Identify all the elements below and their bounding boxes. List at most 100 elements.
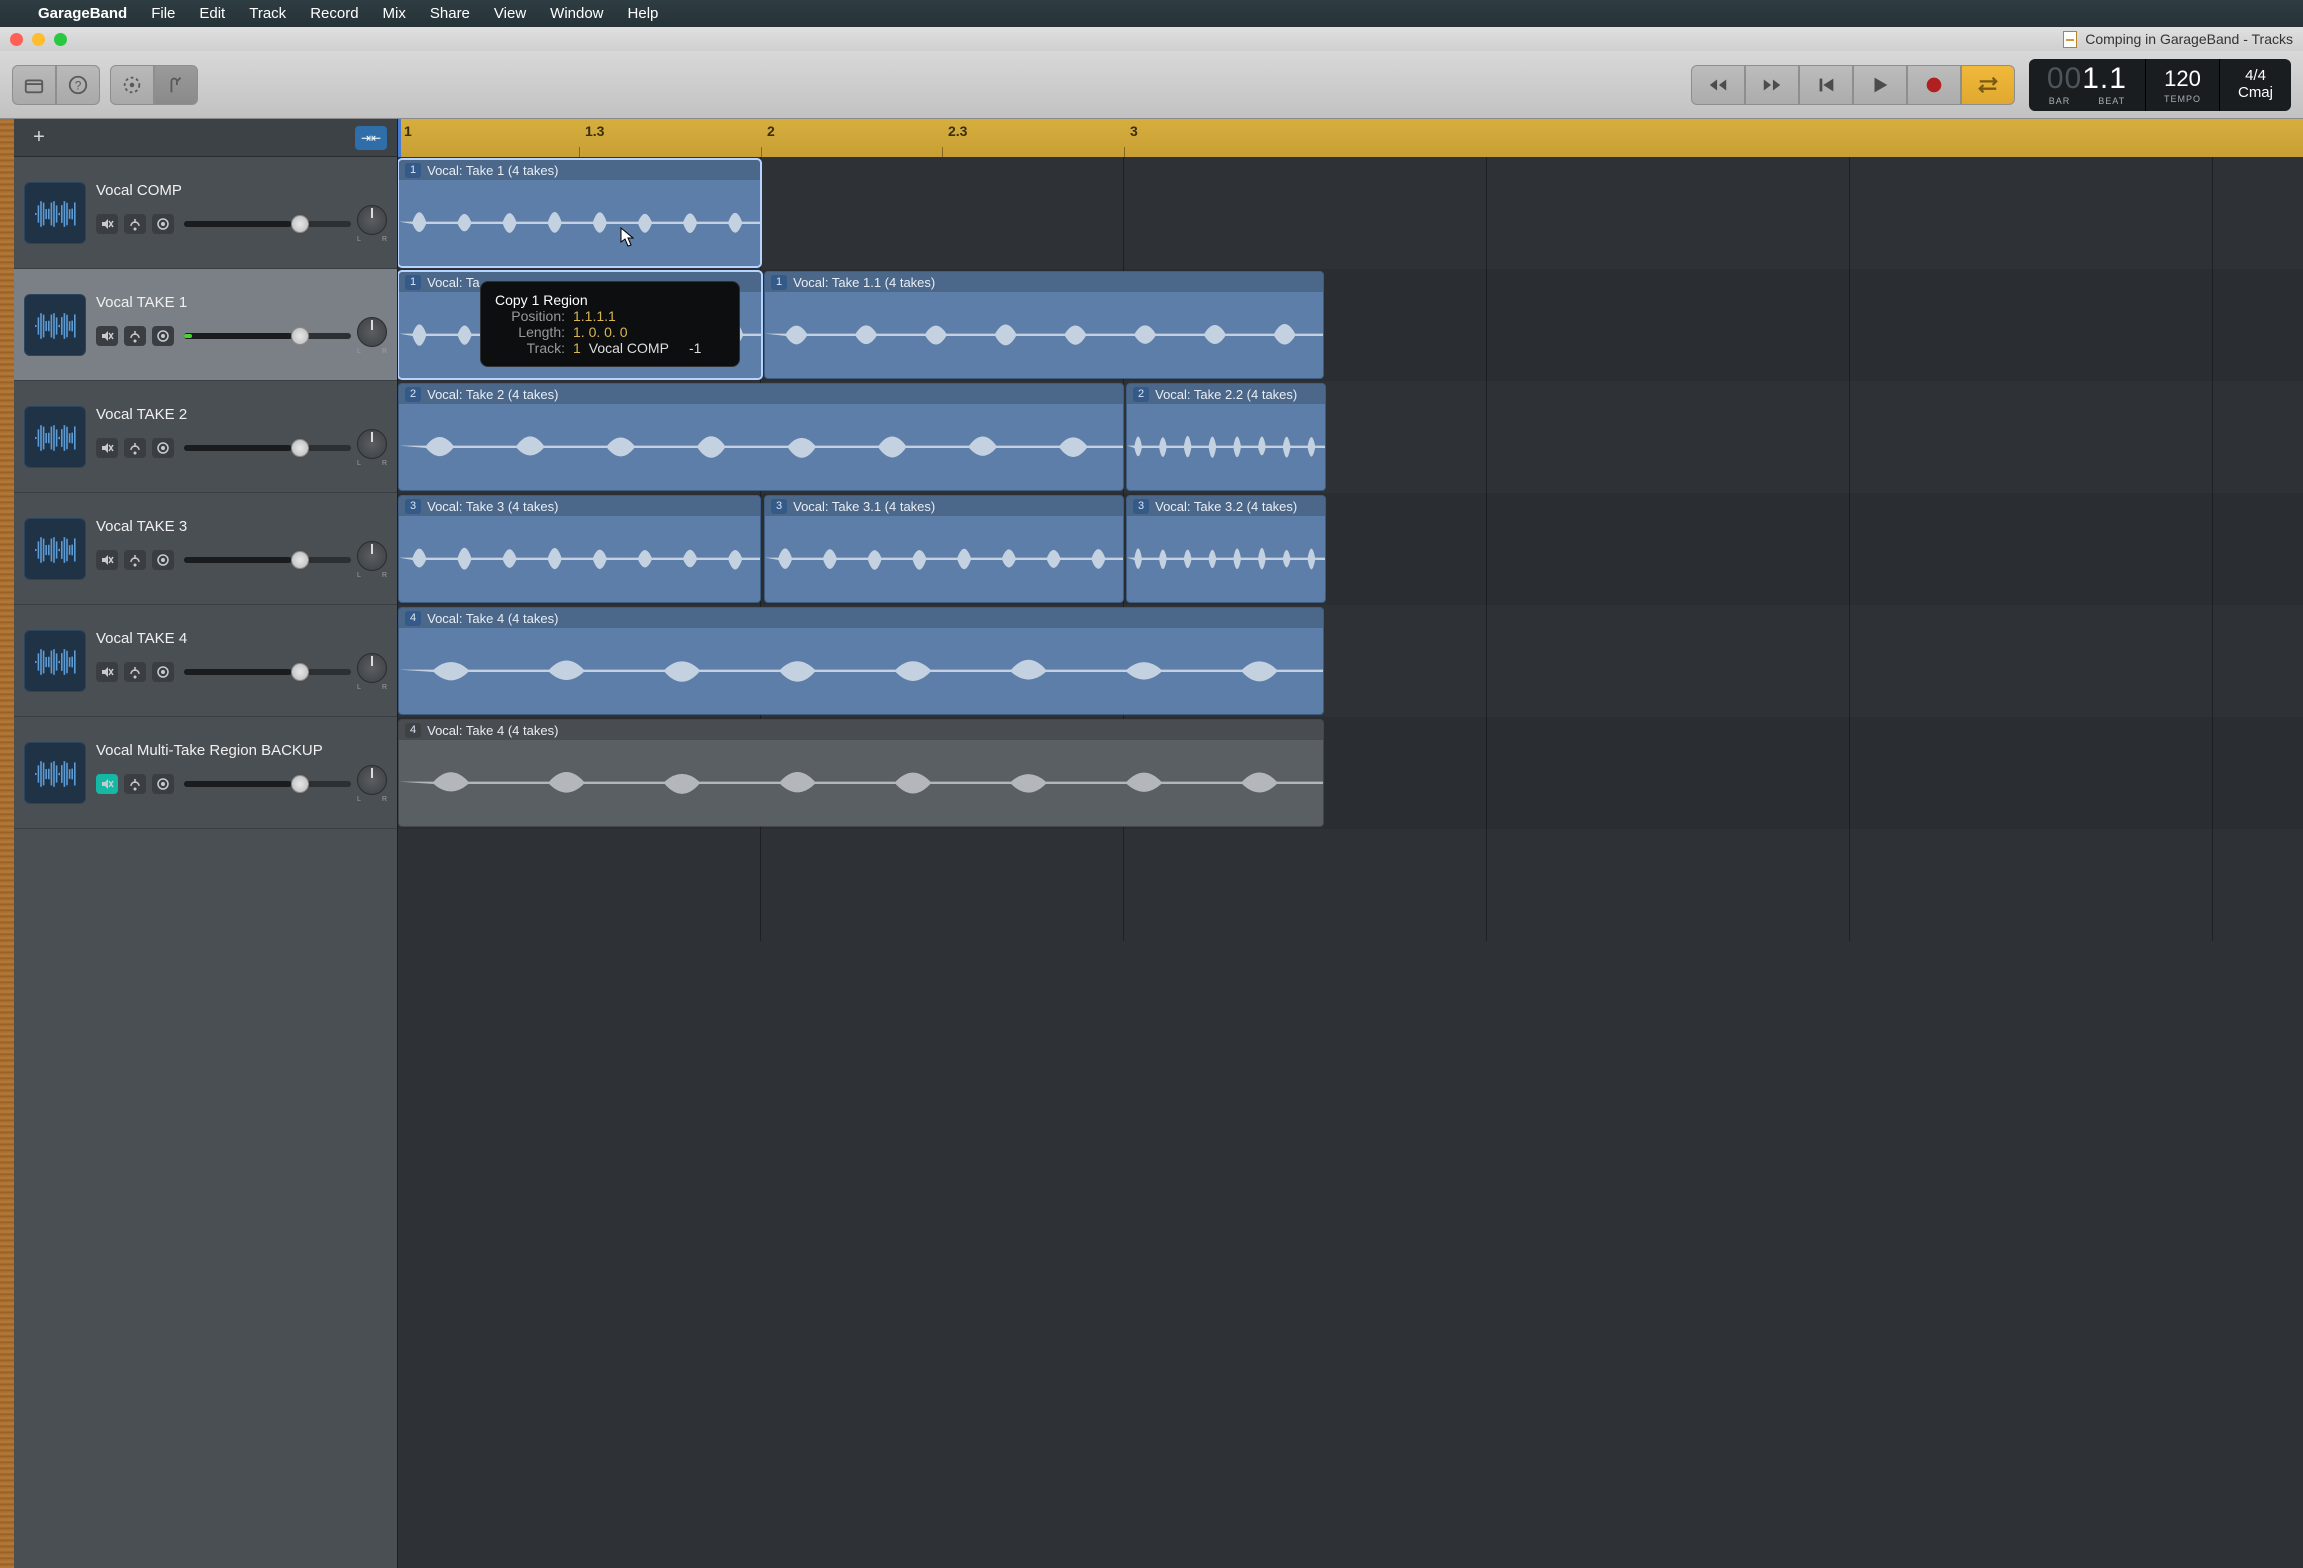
volume-slider[interactable] bbox=[184, 781, 351, 787]
pan-knob[interactable] bbox=[357, 429, 387, 459]
track-header[interactable]: Vocal COMP LR bbox=[14, 157, 397, 269]
region-lanes[interactable]: 1 Vocal: Take 1 (4 takes) 1 Vocal: Ta 1 … bbox=[398, 157, 2303, 1568]
volume-slider[interactable] bbox=[184, 333, 351, 339]
menu-view[interactable]: View bbox=[494, 5, 526, 22]
close-button[interactable] bbox=[10, 33, 23, 46]
region-header: 2 Vocal: Take 2 (4 takes) bbox=[399, 384, 1123, 404]
lcd-position[interactable]: 001.1 BARBEAT bbox=[2029, 59, 2146, 111]
input-monitor-button[interactable] bbox=[152, 774, 174, 794]
editors-button[interactable] bbox=[154, 65, 198, 105]
menu-mix[interactable]: Mix bbox=[383, 5, 406, 22]
lcd-tempo[interactable]: 120 TEMPO bbox=[2146, 59, 2220, 111]
pan-knob[interactable] bbox=[357, 205, 387, 235]
pan-label: LR bbox=[357, 684, 387, 691]
track-lane[interactable] bbox=[398, 829, 2303, 941]
add-track-button[interactable]: + bbox=[24, 125, 54, 151]
audio-region[interactable]: 2 Vocal: Take 2.2 (4 takes) bbox=[1126, 383, 1326, 491]
play-button[interactable] bbox=[1853, 65, 1907, 105]
ruler-label: 3 bbox=[1130, 123, 1138, 139]
quickhelp-button[interactable]: ? bbox=[56, 65, 100, 105]
solo-button[interactable] bbox=[124, 662, 146, 682]
macos-menubar: GarageBand File Edit Track Record Mix Sh… bbox=[0, 0, 2303, 27]
mute-button[interactable] bbox=[96, 550, 118, 570]
volume-slider[interactable] bbox=[184, 221, 351, 227]
track-name: Vocal TAKE 4 bbox=[96, 630, 387, 647]
volume-slider[interactable] bbox=[184, 669, 351, 675]
audio-region[interactable]: 3 Vocal: Take 3.1 (4 takes) bbox=[764, 495, 1124, 603]
app-menu[interactable]: GarageBand bbox=[38, 5, 127, 22]
volume-thumb[interactable] bbox=[291, 663, 309, 681]
input-monitor-button[interactable] bbox=[152, 662, 174, 682]
volume-thumb[interactable] bbox=[291, 215, 309, 233]
region-header: 1 Vocal: Take 1 (4 takes) bbox=[399, 160, 760, 180]
solo-button[interactable] bbox=[124, 550, 146, 570]
audio-region[interactable]: 3 Vocal: Take 3 (4 takes) bbox=[398, 495, 761, 603]
ruler-label: 1 bbox=[404, 123, 412, 139]
audio-region[interactable]: 1 Vocal: Take 1.1 (4 takes) bbox=[764, 271, 1324, 379]
menu-window[interactable]: Window bbox=[550, 5, 603, 22]
mute-button[interactable] bbox=[96, 214, 118, 234]
track-header[interactable]: Vocal TAKE 2 LR bbox=[14, 381, 397, 493]
input-monitor-button[interactable] bbox=[152, 326, 174, 346]
track-header[interactable]: Vocal TAKE 3 LR bbox=[14, 493, 397, 605]
volume-thumb[interactable] bbox=[291, 327, 309, 345]
pan-knob[interactable] bbox=[357, 653, 387, 683]
track-header[interactable]: Vocal Multi-Take Region BACKUP LR bbox=[14, 717, 397, 829]
smartcontrols-button[interactable] bbox=[110, 65, 154, 105]
pan-knob[interactable] bbox=[357, 317, 387, 347]
track-header[interactable]: Vocal TAKE 1 LR bbox=[14, 269, 397, 381]
input-monitor-button[interactable] bbox=[152, 214, 174, 234]
lane-grid bbox=[398, 829, 2303, 941]
audio-region[interactable]: 1 Vocal: Take 1 (4 takes) bbox=[398, 159, 761, 267]
solo-button[interactable] bbox=[124, 214, 146, 234]
track-header[interactable]: Vocal TAKE 4 LR bbox=[14, 605, 397, 717]
track-list: Vocal COMP LR Vocal TAKE 1 bbox=[14, 157, 397, 829]
input-monitor-button[interactable] bbox=[152, 550, 174, 570]
mute-button[interactable] bbox=[96, 774, 118, 794]
mute-button[interactable] bbox=[96, 326, 118, 346]
solo-button[interactable] bbox=[124, 326, 146, 346]
volume-thumb[interactable] bbox=[291, 551, 309, 569]
audio-region[interactable]: 2 Vocal: Take 2 (4 takes) bbox=[398, 383, 1124, 491]
audio-region[interactable]: 4 Vocal: Take 4 (4 takes) bbox=[398, 719, 1324, 827]
menu-edit[interactable]: Edit bbox=[199, 5, 225, 22]
lcd-key-sig[interactable]: 4/4 Cmaj bbox=[2220, 59, 2291, 111]
pan-knob[interactable] bbox=[357, 541, 387, 571]
input-monitor-button[interactable] bbox=[152, 438, 174, 458]
tooltip-track-delta: -1 bbox=[689, 340, 701, 356]
track-filter-button[interactable]: ⇥⇤ bbox=[355, 126, 387, 150]
minimize-button[interactable] bbox=[32, 33, 45, 46]
waveform bbox=[765, 292, 1323, 378]
track-name: Vocal TAKE 3 bbox=[96, 518, 387, 535]
lcd-bar: 1.1 bbox=[2082, 62, 2127, 95]
forward-button[interactable] bbox=[1745, 65, 1799, 105]
zoom-button[interactable] bbox=[54, 33, 67, 46]
volume-slider[interactable] bbox=[184, 557, 351, 563]
menu-track[interactable]: Track bbox=[249, 5, 286, 22]
waveform bbox=[1127, 404, 1325, 490]
audio-region[interactable]: 3 Vocal: Take 3.2 (4 takes) bbox=[1126, 495, 1326, 603]
solo-button[interactable] bbox=[124, 438, 146, 458]
solo-button[interactable] bbox=[124, 774, 146, 794]
menu-record[interactable]: Record bbox=[310, 5, 358, 22]
cycle-button[interactable] bbox=[1961, 65, 2015, 105]
waveform bbox=[399, 628, 1323, 714]
menu-help[interactable]: Help bbox=[628, 5, 659, 22]
gotostart-button[interactable] bbox=[1799, 65, 1853, 105]
volume-thumb[interactable] bbox=[291, 775, 309, 793]
mute-button[interactable] bbox=[96, 438, 118, 458]
drag-tooltip: Copy 1 Region Position:1.1.1.1 Length:1.… bbox=[480, 281, 740, 367]
timeline-ruler[interactable]: 11.322.33 bbox=[398, 119, 2303, 157]
volume-thumb[interactable] bbox=[291, 439, 309, 457]
rewind-button[interactable] bbox=[1691, 65, 1745, 105]
record-button[interactable] bbox=[1907, 65, 1961, 105]
library-button[interactable] bbox=[12, 65, 56, 105]
mute-button[interactable] bbox=[96, 662, 118, 682]
pan-knob[interactable] bbox=[357, 765, 387, 795]
track-name: Vocal TAKE 2 bbox=[96, 406, 387, 423]
filter-icon: ⇥⇤ bbox=[361, 131, 381, 145]
menu-file[interactable]: File bbox=[151, 5, 175, 22]
menu-share[interactable]: Share bbox=[430, 5, 470, 22]
audio-region[interactable]: 4 Vocal: Take 4 (4 takes) bbox=[398, 607, 1324, 715]
volume-slider[interactable] bbox=[184, 445, 351, 451]
